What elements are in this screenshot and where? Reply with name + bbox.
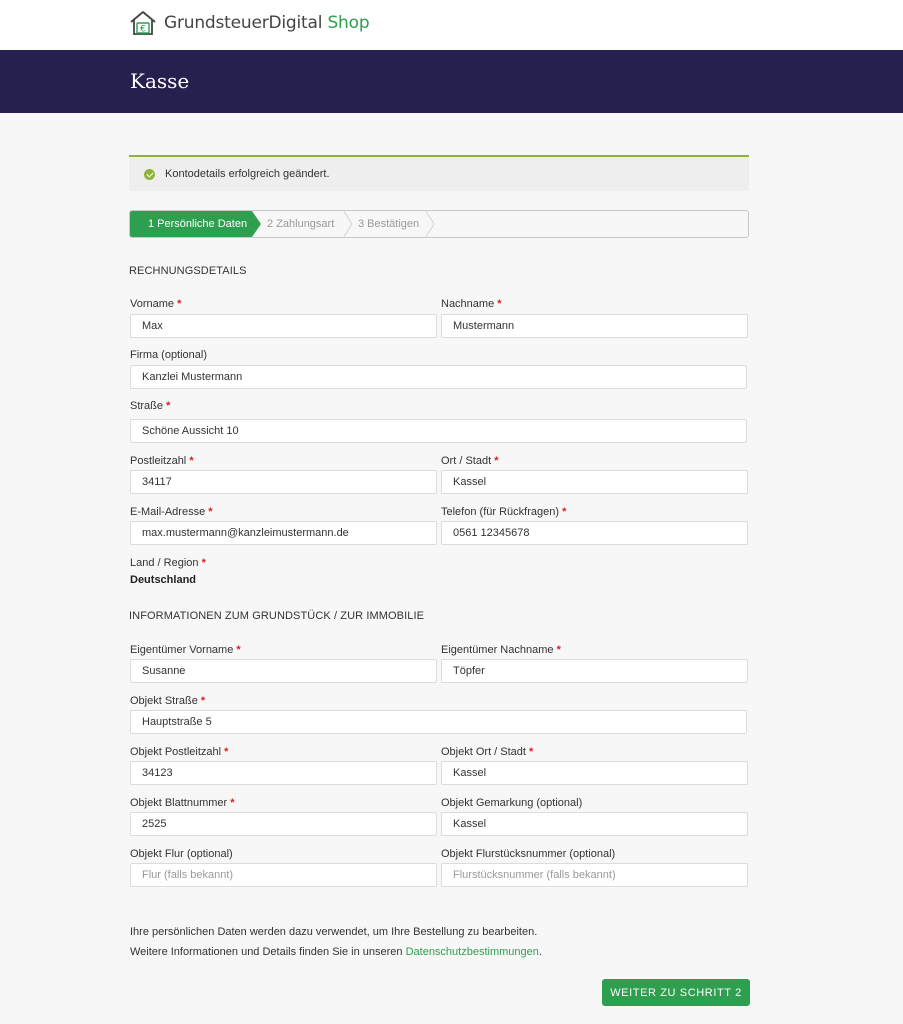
postcode-label: Postleitzahl * — [130, 455, 194, 467]
success-notice: Kontodetails erfolgreich geändert. — [129, 155, 749, 191]
object-street-label: Objekt Straße * — [130, 695, 206, 707]
phone-input[interactable] — [441, 521, 748, 545]
object-flur-label: Objekt Flur (optional) — [130, 848, 233, 860]
object-postcode-label: Objekt Postleitzahl * — [130, 746, 229, 758]
object-city-input[interactable] — [441, 761, 748, 785]
country-value: Deutschland — [130, 574, 197, 586]
company-label: Firma (optional) — [130, 349, 208, 361]
property-section-title: INFORMATIONEN ZUM GRUNDSTÜCK / ZUR IMMOB… — [129, 610, 425, 622]
owner-first-label: Eigentümer Vorname * — [130, 644, 241, 656]
company-input[interactable] — [130, 365, 747, 389]
object-district-label: Objekt Gemarkung (optional) — [441, 797, 583, 809]
top-header: € GrundsteuerDigital Shop — [0, 0, 903, 50]
city-input[interactable] — [441, 470, 748, 494]
street-label: Straße * — [130, 400, 171, 412]
brand-logo[interactable]: € GrundsteuerDigital Shop — [129, 10, 370, 36]
house-euro-icon: € — [130, 11, 156, 35]
postcode-input[interactable] — [130, 470, 437, 494]
last-name-label: Nachname * — [441, 298, 502, 310]
object-parcel-label: Objekt Flurstücksnummer (optional) — [441, 848, 616, 860]
object-district-input[interactable] — [441, 812, 748, 836]
object-sheet-label: Objekt Blattnummer * — [130, 797, 235, 809]
object-sheet-input[interactable] — [130, 812, 437, 836]
owner-last-label: Eigentümer Nachname * — [441, 644, 561, 656]
page-title: Kasse — [130, 69, 190, 93]
object-street-input[interactable] — [130, 710, 747, 734]
object-postcode-input[interactable] — [130, 761, 437, 785]
privacy-text-line2: Weitere Informationen und Details finden… — [130, 946, 542, 958]
phone-label: Telefon (für Rückfragen) * — [441, 506, 567, 518]
owner-last-input[interactable] — [441, 659, 748, 683]
street-input[interactable] — [130, 419, 747, 443]
email-input[interactable] — [130, 521, 437, 545]
check-circle-icon — [144, 168, 155, 180]
privacy-text-line1: Ihre persönlichen Daten werden dazu verw… — [130, 926, 538, 938]
city-label: Ort / Stadt * — [441, 455, 499, 467]
country-label: Land / Region * — [130, 557, 206, 569]
brand-name: GrundsteuerDigital Shop — [164, 13, 370, 33]
object-parcel-input[interactable] — [441, 863, 748, 887]
page-banner: Kasse — [0, 50, 903, 113]
privacy-policy-link[interactable]: Datenschutzbestimmungen — [406, 946, 539, 958]
step-confirm[interactable]: 3 Bestätigen — [352, 211, 442, 237]
email-label: E-Mail-Adresse * — [130, 506, 213, 518]
last-name-input[interactable] — [441, 314, 748, 338]
first-name-input[interactable] — [130, 314, 437, 338]
checkout-steps: 1 Persönliche Daten 2 Zahlungsart 3 Best… — [129, 210, 749, 238]
owner-first-input[interactable] — [130, 659, 437, 683]
billing-section-title: RECHNUNGSDETAILS — [129, 265, 247, 277]
notice-text: Kontodetails erfolgreich geändert. — [165, 168, 330, 180]
first-name-label: Vorname * — [130, 298, 182, 310]
object-city-label: Objekt Ort / Stadt * — [441, 746, 534, 758]
next-step-button[interactable]: Weiter zu Schritt 2 — [602, 979, 750, 1006]
step-payment[interactable]: 2 Zahlungsart — [261, 211, 349, 237]
object-flur-input[interactable] — [130, 863, 437, 887]
step-personal-data[interactable]: 1 Persönliche Daten — [130, 211, 261, 237]
svg-text:€: € — [140, 25, 146, 35]
